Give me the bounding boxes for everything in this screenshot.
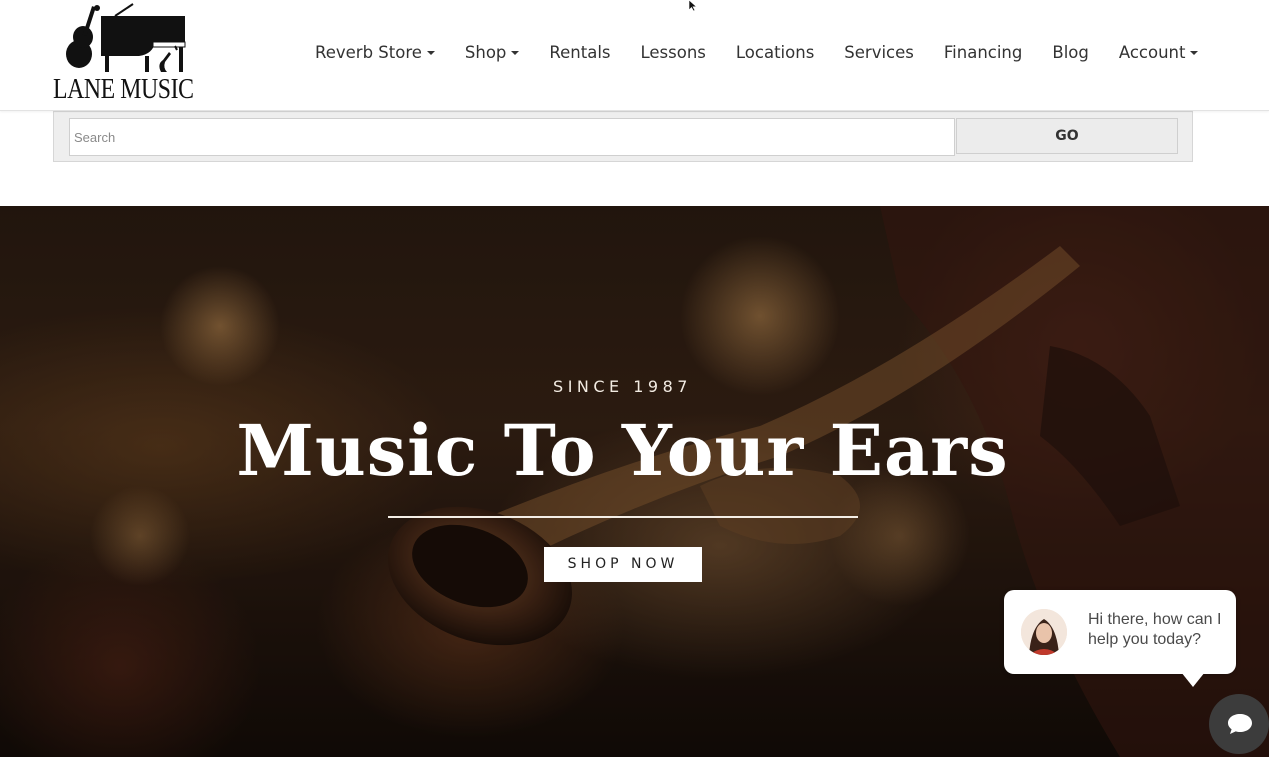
nav-item-shop[interactable]: Shop xyxy=(450,43,535,62)
go-button[interactable]: GO xyxy=(956,118,1178,154)
nav-item-label: Services xyxy=(844,42,914,62)
caret-down-icon xyxy=(426,51,435,55)
caret-down-icon xyxy=(1190,51,1199,55)
instruments-logo-icon xyxy=(66,3,186,72)
nav-item-label: Lessons xyxy=(640,42,706,62)
mouse-cursor-icon xyxy=(688,0,698,12)
site-header: LANE MUSIC Reverb Store Shop Rentals Les… xyxy=(0,0,1269,111)
hero-title: Music To Your Ears xyxy=(236,409,1009,492)
chat-bubble-tail xyxy=(1181,672,1205,687)
nav-item-lessons[interactable]: Lessons xyxy=(626,43,721,62)
shop-now-button[interactable]: SHOP NOW xyxy=(544,547,702,582)
hero-divider xyxy=(388,516,858,518)
nav-item-label: Shop xyxy=(464,42,507,62)
chat-message: Hi there, how can I help you today? xyxy=(1088,611,1222,648)
hero-banner: SINCE 1987 Music To Your Ears SHOP NOW xyxy=(0,206,1269,757)
agent-avatar xyxy=(1021,609,1067,655)
chat-greeting-bubble[interactable]: Hi there, how can I help you today? xyxy=(1004,590,1236,674)
nav-item-services[interactable]: Services xyxy=(829,43,929,62)
hero-eyebrow: SINCE 1987 xyxy=(553,377,692,396)
nav-item-locations[interactable]: Locations xyxy=(721,43,829,62)
nav-item-label: Rentals xyxy=(549,42,611,62)
nav-item-account[interactable]: Account xyxy=(1104,43,1214,62)
search-input[interactable] xyxy=(69,118,955,156)
nav-item-reverb-store[interactable]: Reverb Store xyxy=(300,43,450,62)
nav-item-label: Reverb Store xyxy=(315,42,422,62)
nav-item-blog[interactable]: Blog xyxy=(1037,43,1103,62)
nav-item-label: Account xyxy=(1118,42,1186,62)
chat-icon xyxy=(1228,714,1252,734)
lane-music-logo[interactable]: LANE MUSIC xyxy=(53,2,194,105)
nav-item-label: Blog xyxy=(1052,42,1089,62)
nav-item-label: Financing xyxy=(943,42,1023,62)
nav-item-label: Locations xyxy=(735,42,815,62)
nav-item-financing[interactable]: Financing xyxy=(929,43,1038,62)
main-nav: Reverb Store Shop Rentals Lessons Locati… xyxy=(300,34,1213,70)
caret-down-icon xyxy=(511,51,520,55)
chat-launcher-button[interactable] xyxy=(1209,694,1269,754)
logo-text: LANE MUSIC xyxy=(53,73,194,105)
nav-item-rentals[interactable]: Rentals xyxy=(534,43,625,62)
search-bar: GO xyxy=(53,111,1193,162)
